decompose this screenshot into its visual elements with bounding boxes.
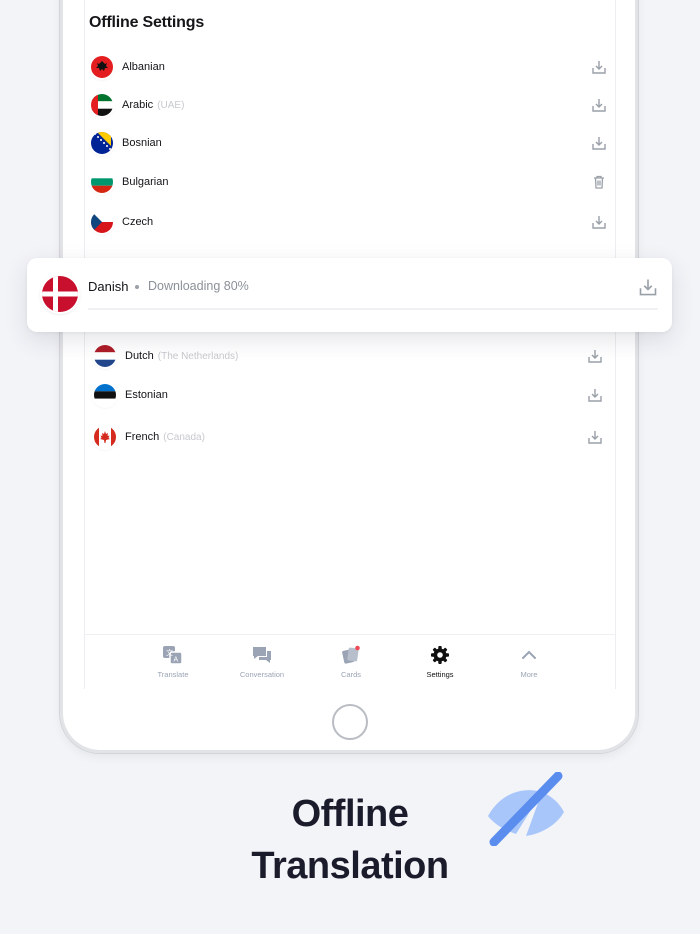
svg-text:A: A bbox=[174, 657, 179, 664]
download-icon[interactable] bbox=[587, 348, 603, 364]
download-icon[interactable] bbox=[591, 97, 607, 113]
gear-icon bbox=[429, 644, 451, 666]
language-label: Danish bbox=[88, 279, 129, 294]
uae-flag-icon bbox=[91, 94, 113, 116]
tab-more[interactable]: More bbox=[499, 644, 559, 679]
tab-cards[interactable]: Cards bbox=[321, 644, 381, 679]
offline-eye-slash-icon bbox=[488, 772, 564, 846]
download-progress-fill bbox=[88, 308, 544, 310]
marketing-headline: Offline Translation bbox=[0, 788, 700, 892]
list-item-czech[interactable]: Czech bbox=[85, 207, 615, 237]
bulgaria-flag-icon bbox=[91, 171, 113, 193]
language-label: Estonian bbox=[125, 389, 168, 401]
tab-translate[interactable]: 文A Translate bbox=[143, 644, 203, 679]
svg-text:文: 文 bbox=[166, 648, 173, 657]
download-icon[interactable] bbox=[638, 277, 658, 297]
tab-label: Settings bbox=[426, 670, 454, 679]
translate-icon: 文A bbox=[162, 644, 184, 666]
language-label: Albanian bbox=[122, 61, 165, 73]
tab-bar: 文A Translate Conversation Cards Settings bbox=[85, 634, 615, 689]
list-item-arabic[interactable]: Arabic (UAE) bbox=[85, 90, 615, 120]
cards-icon bbox=[340, 644, 362, 666]
czech-flag-icon bbox=[91, 211, 113, 233]
download-icon[interactable] bbox=[587, 429, 603, 445]
tab-conversation[interactable]: Conversation bbox=[232, 644, 292, 679]
headline-line-1: Offline bbox=[291, 793, 409, 835]
list-item-estonian[interactable]: Estonian bbox=[85, 380, 615, 410]
language-region: (UAE) bbox=[157, 99, 185, 111]
trash-icon[interactable] bbox=[591, 174, 607, 190]
download-icon[interactable] bbox=[587, 387, 603, 403]
list-item-albanian[interactable]: Albanian bbox=[85, 52, 615, 82]
estonia-flag-icon bbox=[94, 384, 116, 406]
downloading-card[interactable]: Danish Downloading 80% bbox=[27, 258, 672, 332]
download-status: Downloading 80% bbox=[148, 279, 249, 293]
denmark-flag-icon bbox=[42, 276, 78, 312]
language-region: (The Netherlands) bbox=[157, 350, 239, 362]
list-item-dutch[interactable]: Dutch (The Netherlands) bbox=[85, 341, 615, 371]
home-button[interactable] bbox=[332, 704, 368, 740]
chevron-up-icon bbox=[518, 644, 540, 666]
language-label: Arabic bbox=[122, 99, 154, 111]
download-icon[interactable] bbox=[591, 59, 607, 75]
list-item-bulgarian[interactable]: Bulgarian bbox=[85, 167, 615, 197]
conversation-icon bbox=[251, 644, 273, 666]
tab-settings[interactable]: Settings bbox=[410, 644, 470, 679]
bosnia-flag-icon bbox=[91, 132, 113, 154]
headline-line-2: Translation bbox=[251, 845, 449, 887]
separator-dot bbox=[135, 285, 139, 289]
canada-flag-icon bbox=[94, 426, 116, 448]
language-region: (Canada) bbox=[163, 431, 205, 443]
language-label: Bulgarian bbox=[122, 176, 169, 188]
tab-label: Translate bbox=[157, 670, 189, 679]
tab-label: Cards bbox=[340, 670, 361, 679]
page-title: Offline Settings bbox=[89, 14, 205, 31]
download-progress-bar bbox=[88, 308, 658, 310]
language-label: Czech bbox=[122, 216, 154, 228]
tab-label: More bbox=[520, 670, 538, 679]
list-item-french[interactable]: French (Canada) bbox=[85, 422, 615, 452]
language-label: Dutch bbox=[125, 350, 154, 362]
netherlands-flag-icon bbox=[94, 345, 116, 367]
language-label: Bosnian bbox=[122, 137, 162, 149]
tab-label: Conversation bbox=[239, 670, 285, 679]
app-screen: Offline Settings Albanian Arabic (UAE) B… bbox=[85, 0, 615, 689]
albania-flag-icon bbox=[91, 56, 113, 78]
download-icon[interactable] bbox=[591, 214, 607, 230]
list-item-bosnian[interactable]: Bosnian bbox=[85, 128, 615, 158]
language-label: French bbox=[125, 431, 160, 443]
download-icon[interactable] bbox=[591, 135, 607, 151]
